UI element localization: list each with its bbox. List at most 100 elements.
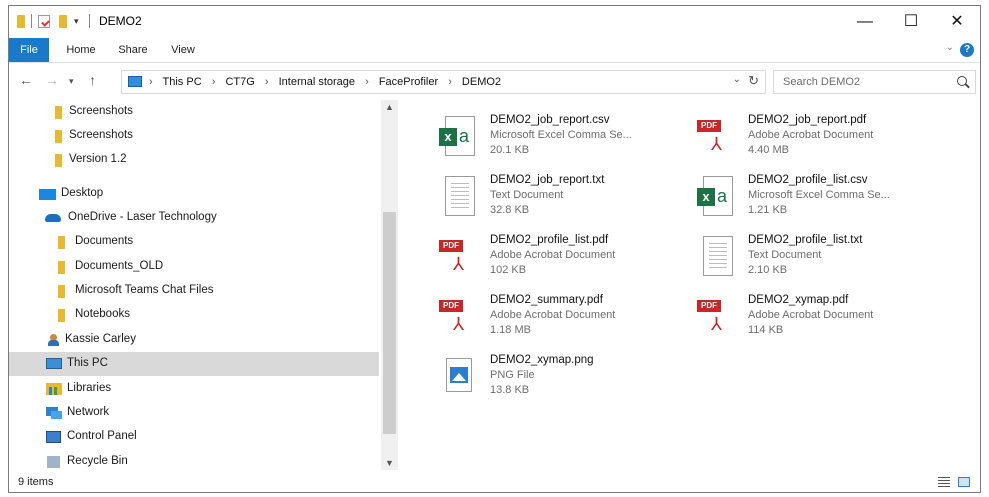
expand-ribbon-icon[interactable]: ⌄ xyxy=(946,42,954,53)
network-icon xyxy=(46,407,62,419)
file-size: 4.40 MB xyxy=(748,144,789,156)
breadcrumb-this-pc[interactable]: This PC xyxy=(163,76,202,88)
folder-icon xyxy=(58,309,65,322)
file-item-demo2-job-report-pdf[interactable]: PDF ⅄ DEMO2_job_report.pdf Adobe Acrobat… xyxy=(687,106,947,162)
chevron-right-icon[interactable]: › xyxy=(365,76,369,88)
file-type: PNG File xyxy=(490,369,535,381)
forward-arrow-icon[interactable]: → xyxy=(45,72,59,88)
large-icons-view-icon[interactable] xyxy=(958,477,970,487)
nav-item-teams-chat-files[interactable]: Microsoft Teams Chat Files xyxy=(9,279,379,303)
file-name: DEMO2_profile_list.txt xyxy=(748,234,863,246)
address-dropdown-icon[interactable]: ⌄ xyxy=(733,74,741,85)
refresh-icon[interactable]: ↻ xyxy=(748,73,759,89)
tab-view[interactable]: View xyxy=(163,38,203,62)
window-title: DEMO2 xyxy=(99,14,142,28)
breadcrumb-demo2[interactable]: DEMO2 xyxy=(462,76,501,88)
nav-item-label: OneDrive - Laser Technology xyxy=(68,211,217,223)
nav-item-screenshots[interactable]: Screenshots xyxy=(9,100,379,124)
file-item-demo2-xymap-png[interactable]: DEMO2_xymap.png PNG File 13.8 KB xyxy=(429,346,689,402)
folder-icon xyxy=(17,15,25,28)
breadcrumb-ct7g[interactable]: CT7G xyxy=(225,76,254,88)
nav-item-documents-old[interactable]: Documents_OLD xyxy=(9,255,379,279)
chevron-right-icon[interactable]: › xyxy=(212,76,216,88)
chevron-right-icon[interactable]: › xyxy=(149,76,153,88)
search-icon[interactable] xyxy=(957,76,967,86)
breadcrumb-internal-storage[interactable]: Internal storage xyxy=(279,76,355,88)
tab-share[interactable]: Share xyxy=(111,38,155,62)
file-item-demo2-profile-list-csv[interactable]: x a DEMO2_profile_list.csv Microsoft Exc… xyxy=(687,166,947,222)
address-row: ← → ▾ ↑ › This PC › CT7G › Internal stor… xyxy=(9,68,980,96)
help-icon[interactable]: ? xyxy=(960,43,974,57)
nav-item-label: This PC xyxy=(67,357,108,369)
file-item-demo2-summary-pdf[interactable]: PDF ⅄ DEMO2_summary.pdf Adobe Acrobat Do… xyxy=(429,286,689,342)
file-size: 20.1 KB xyxy=(490,144,530,156)
file-item-demo2-job-report-txt[interactable]: DEMO2_job_report.txt Text Document 32.8 … xyxy=(429,166,689,222)
chevron-right-icon[interactable]: › xyxy=(265,76,269,88)
file-item-demo2-job-report-csv[interactable]: x a DEMO2_job_report.csv Microsoft Excel… xyxy=(429,106,689,162)
pdf-icon: PDF ⅄ xyxy=(697,294,737,338)
file-type: Text Document xyxy=(748,249,822,261)
minimize-button[interactable]: — xyxy=(842,6,888,38)
pdf-badge: PDF xyxy=(697,300,721,312)
nav-item-screenshots-2[interactable]: Screenshots xyxy=(9,124,379,148)
nav-item-control-panel[interactable]: Control Panel xyxy=(9,425,379,449)
acrobat-icon: ⅄ xyxy=(711,134,722,154)
file-size: 1.21 KB xyxy=(748,204,788,216)
pc-icon xyxy=(128,76,142,87)
nav-item-kassie-carley[interactable]: Kassie Carley xyxy=(9,328,379,352)
file-explorer-window: ▾ DEMO2 — ☐ ✕ File Home Share View ⌄ ? ←… xyxy=(8,5,981,493)
nav-item-label: Documents_OLD xyxy=(75,260,164,272)
file-name: DEMO2_profile_list.csv xyxy=(748,174,868,186)
properties-icon[interactable] xyxy=(38,15,50,28)
text-lines-icon xyxy=(709,243,727,269)
pdf-icon: PDF ⅄ xyxy=(439,234,479,278)
breadcrumb-faceprofiler[interactable]: FaceProfiler xyxy=(379,76,438,88)
back-arrow-icon[interactable]: ← xyxy=(19,72,33,88)
nav-scrollbar[interactable]: ▲ ▼ xyxy=(381,100,398,470)
nav-item-desktop[interactable]: Desktop xyxy=(9,182,379,206)
file-item-demo2-xymap-pdf[interactable]: PDF ⅄ DEMO2_xymap.pdf Adobe Acrobat Docu… xyxy=(687,286,947,342)
up-arrow-icon[interactable]: ↑ xyxy=(89,72,96,88)
chevron-right-icon[interactable]: › xyxy=(448,76,452,88)
scroll-down-icon[interactable]: ▼ xyxy=(385,458,394,468)
acrobat-icon: ⅄ xyxy=(453,254,464,274)
customize-quick-access-icon[interactable]: ▾ xyxy=(74,16,79,30)
folder-icon xyxy=(55,130,62,143)
tab-file[interactable]: File xyxy=(9,38,49,62)
details-view-icon[interactable] xyxy=(938,477,950,487)
recent-locations-icon[interactable]: ▾ xyxy=(69,76,74,87)
search-input[interactable]: Search DEMO2 xyxy=(773,70,976,94)
scroll-up-icon[interactable]: ▲ xyxy=(385,102,394,112)
close-button[interactable]: ✕ xyxy=(934,6,980,38)
tab-home[interactable]: Home xyxy=(59,38,103,62)
file-item-demo2-profile-list-pdf[interactable]: PDF ⅄ DEMO2_profile_list.pdf Adobe Acrob… xyxy=(429,226,689,282)
nav-item-this-pc[interactable]: This PC xyxy=(9,352,379,376)
nav-item-onedrive[interactable]: OneDrive - Laser Technology xyxy=(9,206,379,230)
recycle-bin-icon xyxy=(47,456,60,468)
nav-item-recycle-bin[interactable]: Recycle Bin xyxy=(9,450,379,470)
file-name: DEMO2_profile_list.pdf xyxy=(490,234,609,246)
folder-icon xyxy=(55,106,62,119)
file-page-icon xyxy=(703,236,733,276)
file-item-demo2-profile-list-txt[interactable]: DEMO2_profile_list.txt Text Document 2.1… xyxy=(687,226,947,282)
file-type: Adobe Acrobat Document xyxy=(490,249,616,261)
scroll-thumb[interactable] xyxy=(383,212,396,434)
maximize-button[interactable]: ☐ xyxy=(888,6,934,38)
nav-item-label: Notebooks xyxy=(75,308,130,320)
pdf-badge: PDF xyxy=(439,240,463,252)
divider xyxy=(31,14,32,28)
new-folder-icon[interactable] xyxy=(59,15,67,28)
nav-item-notebooks[interactable]: Notebooks xyxy=(9,303,379,327)
nav-item-label: Network xyxy=(67,406,110,418)
libraries-icon xyxy=(46,383,62,395)
nav-item-documents[interactable]: Documents xyxy=(9,230,379,254)
nav-item-network[interactable]: Network xyxy=(9,401,379,425)
desktop-icon xyxy=(39,189,56,200)
text-document-icon xyxy=(439,174,479,218)
address-bar[interactable]: › This PC › CT7G › Internal storage › Fa… xyxy=(121,70,766,94)
pdf-icon: PDF ⅄ xyxy=(697,114,737,158)
image-page-icon xyxy=(446,358,472,392)
nav-item-libraries[interactable]: Libraries xyxy=(9,377,379,401)
nav-item-version-1-2[interactable]: Version 1.2 xyxy=(9,148,379,172)
png-image-icon xyxy=(439,354,479,398)
